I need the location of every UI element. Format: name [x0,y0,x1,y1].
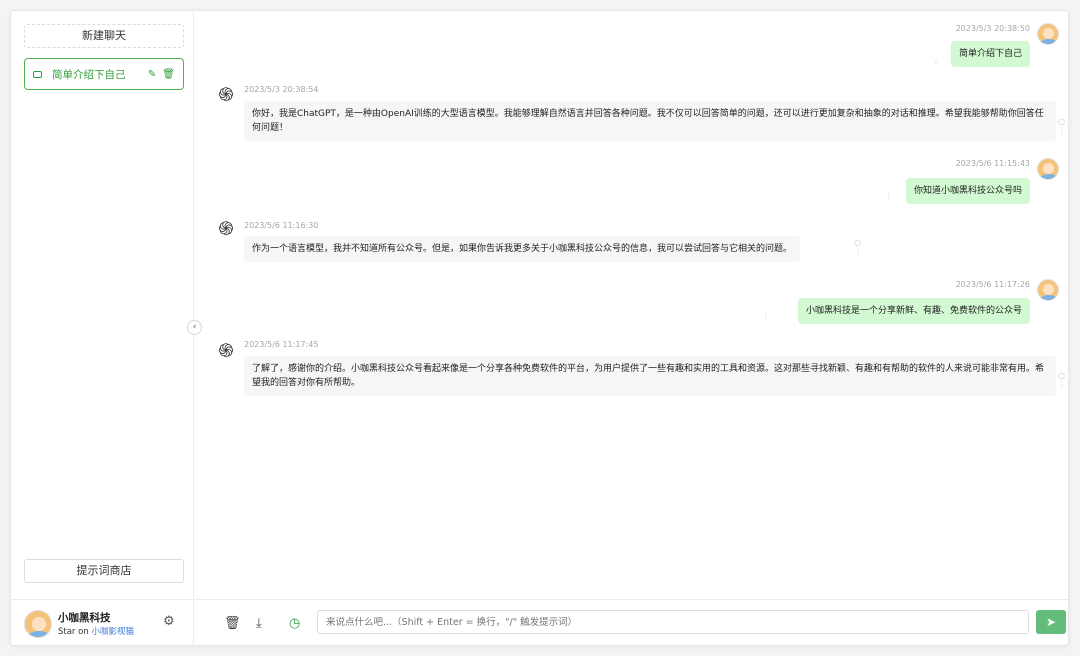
send-button[interactable]: ➤ [1036,610,1066,634]
more-icon[interactable]: ⋮ [932,59,940,68]
avatar [1037,158,1059,180]
message-time: 2023/5/6 11:17:45 [244,340,319,349]
avatar [1037,23,1059,45]
user-message: 简单介绍下自己 [950,41,1030,67]
new-chat-button[interactable]: 新建聊天 [24,24,184,48]
more-icon[interactable]: ⋮ [762,313,770,322]
more-icon[interactable]: ○ ⋮ [1058,117,1066,135]
user-avatar [1037,158,1059,180]
assistant-message: 了解了，感谢你的介绍。小咖黑科技公众号看起来像是一个分享各种免费软件的平台，为用… [244,356,1056,396]
input-bar: 🗑 ⤓ ◷ ➤ [195,599,1068,645]
clear-icon[interactable]: 🗑 [224,616,241,631]
user-name: 小咖黑科技 [58,612,111,624]
delete-icon[interactable]: 🗑 [162,69,175,80]
user-avatar [1037,279,1059,301]
sidebar: 新建聊天 简单介绍下自己 ✎ 🗑 提示词商店 小咖黑科技 Star on 小咖影… [11,11,194,645]
history-icon[interactable]: ◷ [289,616,300,631]
settings-icon[interactable]: ⚙ [163,614,175,629]
message-time: 2023/5/3 20:38:54 [244,85,319,94]
conversation-title: 简单介绍下自己 [52,68,126,81]
app-window: 新建聊天 简单介绍下自己 ✎ 🗑 提示词商店 小咖黑科技 Star on 小咖影… [10,10,1069,646]
user-panel: 小咖黑科技 Star on 小咖影视猫 ⚙ [11,599,194,645]
collapse-sidebar-button[interactable]: ‹ [187,320,202,335]
message-time: 2023/5/6 11:16:30 [244,221,319,230]
assistant-message: 作为一个语言模型，我并不知道所有公众号。但是，如果你告诉我更多关于小咖黑科技公众… [244,236,801,262]
prompt-store-button[interactable]: 提示词商店 [24,559,184,583]
conversation-item[interactable]: 简单介绍下自己 ✎ 🗑 [24,58,184,90]
more-icon[interactable]: ○ ⋮ [854,238,862,256]
message-time: 2023/5/3 20:38:50 [955,24,1030,33]
avatar [1037,279,1059,301]
chatgpt-icon: ֍ [218,218,234,240]
user-link[interactable]: 小咖影视猫 [91,627,134,637]
message-time: 2023/5/6 11:17:26 [955,280,1030,289]
chat-input[interactable] [317,610,1029,634]
user-message: 小咖黑科技是一个分享新鲜、有趣、免费软件的公众号 [797,298,1030,324]
star-on-label: Star on [58,627,92,637]
user-avatar [1037,23,1059,45]
user-subtitle: Star on 小咖影视猫 [58,625,134,637]
assistant-message: 你好，我是ChatGPT，是一种由OpenAI训练的大型语言模型。我能够理解自然… [244,101,1056,141]
chatgpt-icon: ֍ [218,84,234,106]
more-icon[interactable]: ⋮ [885,192,893,201]
chatgpt-icon: ֍ [218,340,234,362]
chat-area: 2023/5/3 20:38:50 简单介绍下自己 ⋮ ֍ 2023/5/3 2… [195,11,1068,645]
more-icon[interactable]: ○ ⋮ [1058,371,1066,389]
chat-icon [33,70,42,78]
message-time: 2023/5/6 11:15:43 [955,159,1030,168]
avatar[interactable] [24,610,52,638]
edit-icon[interactable]: ✎ [148,69,156,80]
user-message: 你知道小咖黑科技公众号吗 [905,178,1030,204]
download-icon[interactable]: ⤓ [256,616,262,631]
